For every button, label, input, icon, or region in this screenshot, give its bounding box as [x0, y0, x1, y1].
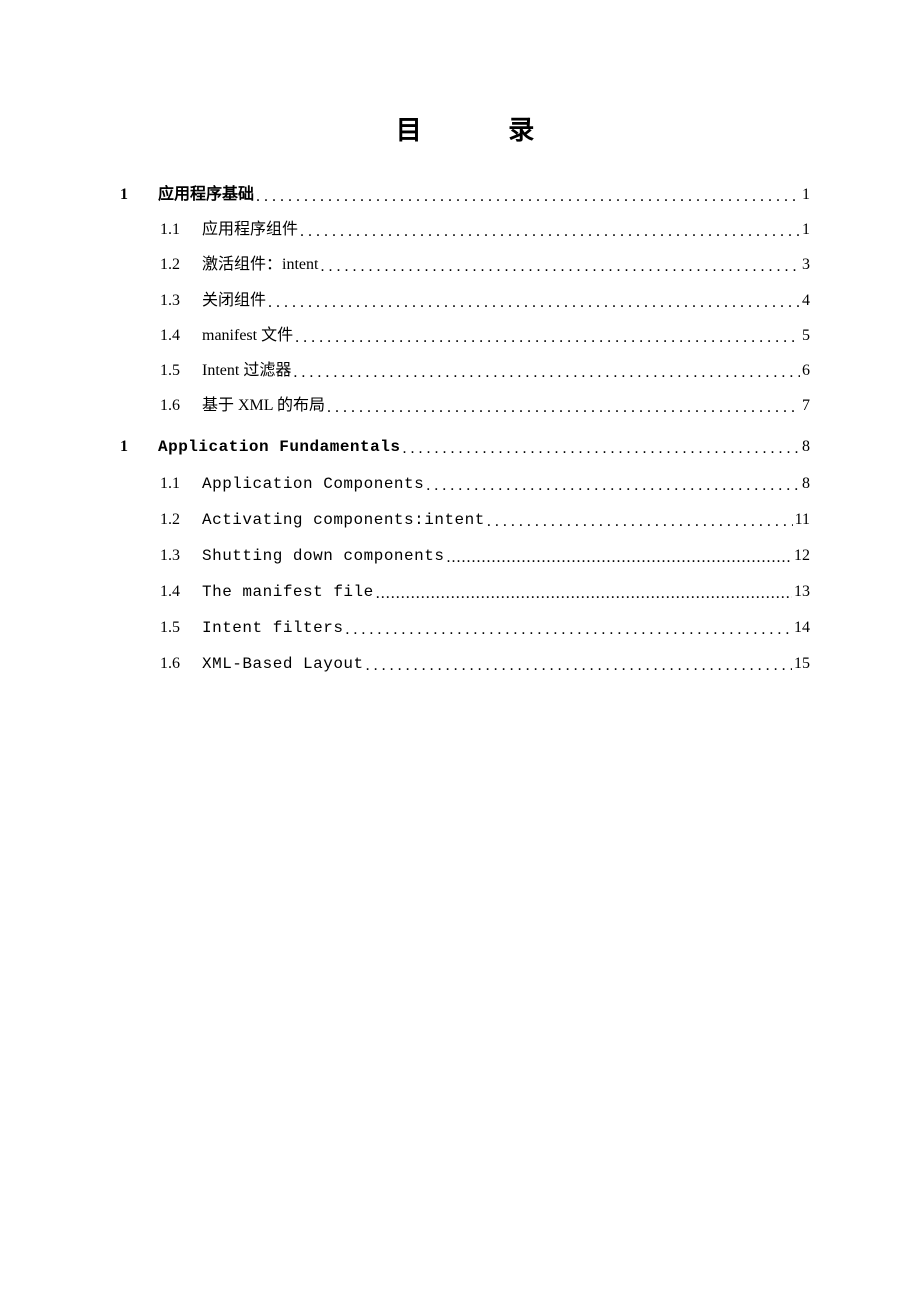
leader-dots [295, 320, 800, 355]
entry-title: 应用程序组件 [202, 212, 298, 247]
entry-page: 6 [802, 353, 810, 388]
entry-title: Shutting down components [202, 539, 444, 574]
entry-page: 5 [802, 318, 810, 353]
toc-section: 1 应用程序基础 1 1.1 应用程序组件 1 1.2 激活组件：intent 3 1.3 关闭组件… [120, 177, 810, 423]
toc-entry-level-2: 1.5 Intent filters 14 [120, 610, 810, 646]
toc-entry-level-2: 1.6 基于 XML 的布局 7 [120, 388, 810, 423]
leader-dots [300, 214, 800, 249]
entry-number: 1.3 [160, 283, 190, 318]
entry-title: 关闭组件 [202, 283, 266, 318]
toc-entry-level-2: 1.4 manifest 文件 5 [120, 318, 810, 353]
leader-dots [446, 540, 792, 575]
entry-title: Application Fundamentals [158, 430, 400, 465]
page-title: 目 录 [120, 110, 810, 147]
entry-title: 应用程序基础 [158, 177, 254, 212]
entry-page: 14 [794, 610, 810, 645]
leader-dots [426, 468, 800, 503]
entry-number: 1 [120, 429, 140, 464]
leader-dots [256, 179, 800, 214]
entry-page: 11 [795, 502, 810, 537]
leader-dots [487, 504, 793, 539]
toc-entry-level-1: 1 Application Fundamentals 8 [120, 429, 810, 465]
leader-dots [320, 249, 800, 284]
entry-page: 8 [802, 466, 810, 501]
entry-title: Intent filters [202, 611, 343, 646]
entry-number: 1.4 [160, 318, 190, 353]
toc-entry-level-1: 1 应用程序基础 1 [120, 177, 810, 212]
entry-number: 1.1 [160, 212, 190, 247]
leader-dots [268, 285, 800, 320]
toc-entry-level-2: 1.2 Activating components:intent 11 [120, 502, 810, 538]
entry-page: 3 [802, 247, 810, 282]
entry-page: 15 [794, 646, 810, 681]
table-of-contents: 1 应用程序基础 1 1.1 应用程序组件 1 1.2 激活组件：intent 3 1.3 关闭组件… [120, 177, 810, 683]
entry-number: 1 [120, 177, 140, 212]
entry-page: 7 [802, 388, 810, 423]
leader-dots [293, 355, 800, 390]
toc-entry-level-2: 1.3 Shutting down components 12 [120, 538, 810, 574]
entry-page: 1 [802, 212, 810, 247]
entry-page: 13 [794, 574, 810, 609]
leader-dots [376, 576, 792, 611]
leader-dots [402, 431, 800, 466]
toc-entry-level-2: 1.5 Intent 过滤器 6 [120, 353, 810, 388]
entry-page: 8 [802, 429, 810, 464]
leader-dots [327, 390, 800, 425]
toc-entry-level-2: 1.6 XML-Based Layout 15 [120, 646, 810, 682]
entry-title: Activating components:intent [202, 503, 485, 538]
toc-entry-level-2: 1.4 The manifest file 13 [120, 574, 810, 610]
entry-title: manifest 文件 [202, 318, 293, 353]
entry-number: 1.3 [160, 538, 190, 573]
leader-dots [345, 612, 792, 647]
toc-entry-level-2: 1.3 关闭组件 4 [120, 283, 810, 318]
entry-number: 1.1 [160, 466, 190, 501]
toc-section: 1 Application Fundamentals 8 1.1 Applicatio… [120, 429, 810, 682]
entry-page: 12 [794, 538, 810, 573]
entry-title: 基于 XML 的布局 [202, 388, 325, 423]
entry-title: 激活组件：intent [202, 247, 318, 282]
entry-page: 4 [802, 283, 810, 318]
entry-number: 1.5 [160, 353, 190, 388]
entry-title: Application Components [202, 467, 424, 502]
toc-entry-level-2: 1.2 激活组件：intent 3 [120, 247, 810, 282]
entry-number: 1.2 [160, 247, 190, 282]
entry-number: 1.5 [160, 610, 190, 645]
toc-entry-level-2: 1.1 Application Components 8 [120, 466, 810, 502]
leader-dots [366, 648, 792, 683]
entry-title: XML-Based Layout [202, 647, 364, 682]
entry-number: 1.4 [160, 574, 190, 609]
entry-number: 1.6 [160, 646, 190, 681]
toc-entry-level-2: 1.1 应用程序组件 1 [120, 212, 810, 247]
entry-number: 1.6 [160, 388, 190, 423]
entry-title: The manifest file [202, 575, 374, 610]
entry-page: 1 [802, 177, 810, 212]
entry-number: 1.2 [160, 502, 190, 537]
entry-title: Intent 过滤器 [202, 353, 291, 388]
